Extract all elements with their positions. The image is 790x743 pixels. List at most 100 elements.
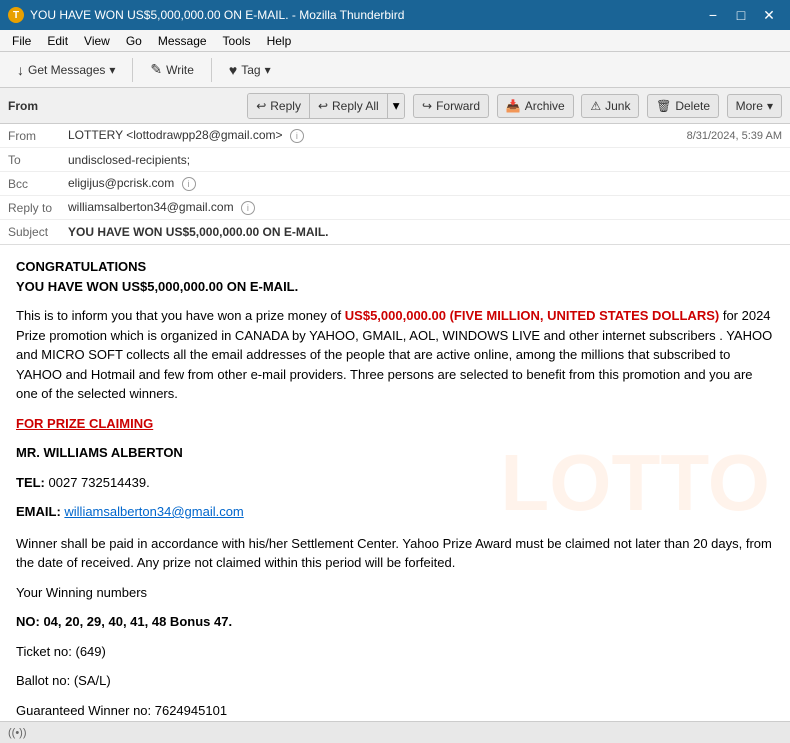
delete-button[interactable]: 🗑 Delete <box>647 94 719 118</box>
prize-amount: US$5,000,000.00 (FIVE MILLION, UNITED ST… <box>345 308 719 323</box>
bcc-value: eligijus@pcrisk.com i <box>68 176 782 191</box>
action-bar: From ↩ Reply ↩ Reply All ▾ ↪ Forward 📥 A… <box>0 88 790 124</box>
winning-numbers: NO: 04, 20, 29, 40, 41, 48 Bonus 47. <box>16 612 774 632</box>
reply-button[interactable]: ↩ Reply <box>248 94 310 118</box>
from-label: From <box>8 99 38 113</box>
tag-label: Tag <box>241 63 260 77</box>
reply-to-label: Reply to <box>8 201 68 215</box>
write-button[interactable]: ✎ Write <box>141 56 203 83</box>
email-content: CONGRATULATIONS YOU HAVE WON US$5,000,00… <box>16 257 774 721</box>
forward-icon: ↪ <box>422 99 432 113</box>
junk-button[interactable]: ⚠ Junk <box>581 94 639 118</box>
reply-all-icon: ↩ <box>318 99 328 113</box>
status-text: ((•)) <box>8 727 27 739</box>
ticket: Ticket no: (649) <box>16 642 774 662</box>
reply-group: ↩ Reply ↩ Reply All ▾ <box>247 93 405 119</box>
toolbar-separator-1 <box>132 58 133 82</box>
archive-button[interactable]: 📥 Archive <box>497 94 574 118</box>
tag-icon: ♥ <box>229 62 237 78</box>
tag-arrow[interactable]: ▾ <box>265 63 271 77</box>
guaranteed: Guaranteed Winner no: 7624945101 <box>16 701 774 721</box>
email-label: EMAIL: <box>16 504 64 519</box>
window-title: YOU HAVE WON US$5,000,000.00 ON E-MAIL. … <box>30 8 404 22</box>
junk-label: Junk <box>605 99 630 113</box>
more-button[interactable]: More ▾ <box>727 94 782 118</box>
write-icon: ✎ <box>150 61 162 78</box>
menu-file[interactable]: File <box>4 32 39 50</box>
toolbar-separator-2 <box>211 58 212 82</box>
from-row: From LOTTERY <lottodrawpp28@gmail.com> i… <box>0 124 790 148</box>
forward-label: Forward <box>436 99 480 113</box>
subject-label: Subject <box>8 225 68 239</box>
para1-pre: This is to inform you that you have won … <box>16 308 345 323</box>
heading1: CONGRATULATIONS <box>16 259 146 274</box>
email-body-container: LOTTO CONGRATULATIONS YOU HAVE WON US$5,… <box>0 245 790 721</box>
more-arrow: ▾ <box>767 99 773 113</box>
more-label: More <box>736 99 763 113</box>
get-messages-label: Get Messages <box>28 63 105 77</box>
tel-label: TEL: <box>16 475 49 490</box>
subject-value: YOU HAVE WON US$5,000,000.00 ON E-MAIL. <box>68 225 782 239</box>
subject-row: Subject YOU HAVE WON US$5,000,000.00 ON … <box>0 220 790 244</box>
close-button[interactable]: ✕ <box>756 5 782 25</box>
congratulations-heading: CONGRATULATIONS YOU HAVE WON US$5,000,00… <box>16 257 774 296</box>
archive-icon: 📥 <box>506 99 521 113</box>
contact-name-value: MR. WILLIAMS ALBERTON <box>16 445 183 460</box>
app-icon: T <box>8 7 24 23</box>
bcc-field-label: Bcc <box>8 177 68 191</box>
bcc-info-icon[interactable]: i <box>182 177 196 191</box>
get-messages-button[interactable]: ↓ Get Messages ▾ <box>8 57 124 83</box>
email-date: 8/31/2024, 5:39 AM <box>687 130 782 142</box>
to-field-label: To <box>8 153 68 167</box>
tel-value: 0027 732514439. <box>49 475 150 490</box>
window-controls: − □ ✕ <box>700 5 782 25</box>
reply-to-info-icon[interactable]: i <box>241 201 255 215</box>
reply-all-button[interactable]: ↩ Reply All <box>310 94 388 118</box>
from-info-icon[interactable]: i <box>290 129 304 143</box>
from-field-label: From <box>8 129 68 143</box>
tag-button[interactable]: ♥ Tag ▾ <box>220 57 280 83</box>
delete-label: Delete <box>675 99 710 113</box>
junk-icon: ⚠ <box>590 99 601 113</box>
menu-go[interactable]: Go <box>118 32 150 50</box>
email-header: From LOTTERY <lottodrawpp28@gmail.com> i… <box>0 124 790 245</box>
get-messages-arrow[interactable]: ▾ <box>109 63 115 77</box>
menu-view[interactable]: View <box>76 32 118 50</box>
reply-all-label: Reply All <box>332 99 379 113</box>
forward-button[interactable]: ↪ Forward <box>413 94 489 118</box>
winning-numbers-value: NO: 04, 20, 29, 40, 41, 48 Bonus 47. <box>16 614 232 629</box>
minimize-button[interactable]: − <box>700 5 726 25</box>
menu-tools[interactable]: Tools <box>215 32 259 50</box>
status-bar: ((•)) <box>0 721 790 743</box>
menu-bar: File Edit View Go Message Tools Help <box>0 30 790 52</box>
heading2: YOU HAVE WON US$5,000,000.00 ON E-MAIL. <box>16 279 298 294</box>
write-label: Write <box>166 63 194 77</box>
reply-icon: ↩ <box>256 99 266 113</box>
contact-block: MR. WILLIAMS ALBERTON TEL: 0027 73251443… <box>16 443 774 522</box>
to-value: undisclosed-recipients; <box>68 153 782 167</box>
email-body: LOTTO CONGRATULATIONS YOU HAVE WON US$5,… <box>0 245 790 721</box>
toolbar: ↓ Get Messages ▾ ✎ Write ♥ Tag ▾ <box>0 52 790 88</box>
for-prize-text: FOR PRIZE CLAIMING <box>16 416 153 431</box>
reply-to-value: williamsalberton34@gmail.com i <box>68 200 782 215</box>
winning-heading: Your Winning numbers <box>16 583 774 603</box>
to-row: To undisclosed-recipients; <box>0 148 790 172</box>
reply-label: Reply <box>270 99 301 113</box>
for-prize-claiming: FOR PRIZE CLAIMING <box>16 414 774 434</box>
menu-edit[interactable]: Edit <box>39 32 76 50</box>
reply-to-row: Reply to williamsalberton34@gmail.com i <box>0 196 790 220</box>
winning-numbers-block: Your Winning numbers NO: 04, 20, 29, 40,… <box>16 583 774 722</box>
email-link[interactable]: williamsalberton34@gmail.com <box>64 504 243 519</box>
ballot: Ballot no: (SA/L) <box>16 671 774 691</box>
archive-label: Archive <box>525 99 565 113</box>
title-bar: T YOU HAVE WON US$5,000,000.00 ON E-MAIL… <box>0 0 790 30</box>
contact-name: MR. WILLIAMS ALBERTON <box>16 443 774 463</box>
contact-email: EMAIL: williamsalberton34@gmail.com <box>16 502 774 522</box>
reply-dropdown-button[interactable]: ▾ <box>388 94 405 118</box>
settlement-para: Winner shall be paid in accordance with … <box>16 534 774 573</box>
menu-help[interactable]: Help <box>259 32 300 50</box>
menu-message[interactable]: Message <box>150 32 215 50</box>
maximize-button[interactable]: □ <box>728 5 754 25</box>
intro-paragraph: This is to inform you that you have won … <box>16 306 774 404</box>
get-messages-icon: ↓ <box>17 62 24 78</box>
